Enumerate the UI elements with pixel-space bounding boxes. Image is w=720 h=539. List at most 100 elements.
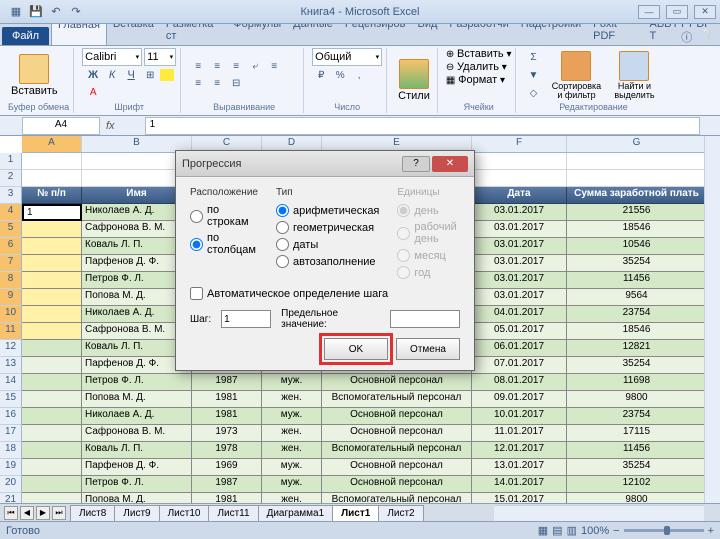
cell-A8[interactable] [22,272,82,289]
wrap-text-button[interactable]: ⤶ [246,59,264,75]
row-header-8[interactable]: 8 [0,272,22,289]
cell-D19[interactable]: муж. [262,459,322,476]
row-header-13[interactable]: 13 [0,357,22,374]
cell-G16[interactable]: 23754 [567,408,707,425]
row-header-15[interactable]: 15 [0,391,22,408]
row-header-16[interactable]: 16 [0,408,22,425]
cell-B17[interactable]: Сафронова В. М. [82,425,192,442]
font-name-combo[interactable]: Calibri▾ [82,48,142,66]
cell-G14[interactable]: 11698 [567,374,707,391]
find-select-button[interactable]: Найти и выделить [606,49,662,102]
insert-cells-button[interactable]: ⊕ Вставить ▾ [446,48,512,60]
cell-A9[interactable] [22,289,82,306]
cell-E16[interactable]: Основной персонал [322,408,472,425]
minimize-ribbon-icon[interactable]: ⓘ [681,29,692,45]
maximize-button[interactable]: ▭ [666,5,688,19]
cell-F18[interactable]: 12.01.2017 [472,442,567,459]
cell-B20[interactable]: Петров Ф. Л. [82,476,192,493]
view-pagebreak-icon[interactable]: ▥ [567,524,577,537]
cell-E14[interactable]: Основной персонал [322,374,472,391]
auto-step-checkbox[interactable]: Автоматическое определение шага [190,287,460,300]
align-bottom-button[interactable]: ≡ [227,59,245,75]
cell-G7[interactable]: 35254 [567,255,707,272]
limit-input[interactable] [390,310,460,328]
cell-G4[interactable]: 21556 [567,204,707,221]
underline-button[interactable]: Ч [122,67,140,83]
align-top-button[interactable]: ≡ [189,59,207,75]
sheet-nav-prev[interactable]: ◀ [20,506,34,520]
cell-F5[interactable]: 03.01.2017 [472,221,567,238]
italic-button[interactable]: К [103,67,121,83]
paste-button[interactable]: Вставить [8,52,61,99]
cell-E19[interactable]: Основной персонал [322,459,472,476]
currency-button[interactable]: ₽ [312,67,330,83]
cell-G13[interactable]: 35254 [567,357,707,374]
cell-A5[interactable] [22,221,82,238]
cell-F6[interactable]: 03.01.2017 [472,238,567,255]
align-center-button[interactable]: ≡ [189,76,207,92]
zoom-in-button[interactable]: + [708,525,714,537]
row-header-3[interactable]: 3 [0,187,22,204]
column-header-A[interactable]: A [22,136,82,152]
cell-G12[interactable]: 12821 [567,340,707,357]
cell-G8[interactable]: 11456 [567,272,707,289]
cell-F17[interactable]: 11.01.2017 [472,425,567,442]
sheet-tab-Лист10[interactable]: Лист10 [159,505,210,521]
cell-G10[interactable]: 23754 [567,306,707,323]
row-header-5[interactable]: 5 [0,221,22,238]
format-cells-button[interactable]: ▦ Формат ▾ [446,74,505,86]
cell-A4[interactable]: 1 [22,204,82,221]
sheet-tab-Лист11[interactable]: Лист11 [208,505,258,521]
undo-icon[interactable]: ↶ [48,4,64,20]
cell-A20[interactable] [22,476,82,493]
row-header-18[interactable]: 18 [0,442,22,459]
cell-C17[interactable]: 1973 [192,425,262,442]
styles-button[interactable]: Стили [395,57,433,104]
cell-F4[interactable]: 03.01.2017 [472,204,567,221]
fill-color-button[interactable] [160,69,174,81]
cell-F11[interactable]: 05.01.2017 [472,323,567,340]
row-header-1[interactable]: 1 [0,153,22,170]
row-header-20[interactable]: 20 [0,476,22,493]
cell-C14[interactable]: 1987 [192,374,262,391]
row-header-7[interactable]: 7 [0,255,22,272]
cell-A14[interactable] [22,374,82,391]
zoom-out-button[interactable]: − [613,525,619,537]
row-header-19[interactable]: 19 [0,459,22,476]
cell-F19[interactable]: 13.01.2017 [472,459,567,476]
row-header-9[interactable]: 9 [0,289,22,306]
clear-button[interactable]: ◇ [524,85,542,101]
cell-A12[interactable] [22,340,82,357]
cell-G17[interactable]: 17115 [567,425,707,442]
header-cell-G[interactable]: Сумма заработной плать [567,187,707,204]
help-icon[interactable]: ❔ [700,29,714,45]
cell-F13[interactable]: 07.01.2017 [472,357,567,374]
cell-G11[interactable]: 18546 [567,323,707,340]
cell-A11[interactable] [22,323,82,340]
close-button[interactable]: ✕ [694,5,716,19]
sheet-tab-Диаграмма1[interactable]: Диаграмма1 [258,505,334,521]
bold-button[interactable]: Ж [84,67,102,83]
redo-icon[interactable]: ↷ [68,4,84,20]
zoom-level[interactable]: 100% [581,525,609,537]
cell-F2[interactable] [472,170,567,187]
cell-C19[interactable]: 1969 [192,459,262,476]
cell-E17[interactable]: Основной персонал [322,425,472,442]
cell-A1[interactable] [22,153,82,170]
vertical-scrollbar[interactable] [704,136,720,506]
radio-geometric[interactable]: геометрическая [276,221,379,234]
cell-A2[interactable] [22,170,82,187]
cell-E20[interactable]: Основной персонал [322,476,472,493]
horizontal-scrollbar[interactable] [494,505,704,521]
cell-F7[interactable]: 03.01.2017 [472,255,567,272]
sheet-nav-first[interactable]: ⏮ [4,506,18,520]
cell-G20[interactable]: 12102 [567,476,707,493]
cell-A10[interactable] [22,306,82,323]
row-header-14[interactable]: 14 [0,374,22,391]
header-cell-F[interactable]: Дата [472,187,567,204]
header-cell-A[interactable]: № п/п [22,187,82,204]
cell-B15[interactable]: Попова М. Д. [82,391,192,408]
radio-arithmetic[interactable]: арифметическая [276,204,379,217]
cell-A6[interactable] [22,238,82,255]
cell-E15[interactable]: Вспомогательный персонал [322,391,472,408]
